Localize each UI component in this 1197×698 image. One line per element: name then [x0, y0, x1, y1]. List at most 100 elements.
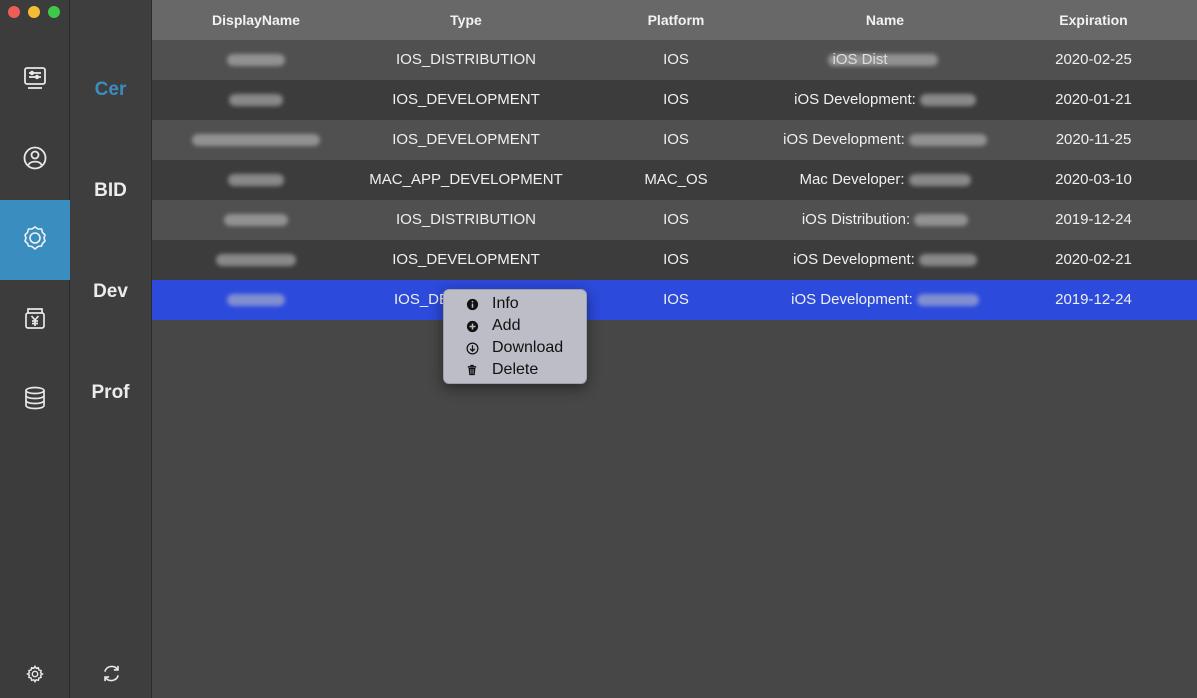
redacted-text: [227, 294, 285, 306]
user-circle-icon: [22, 145, 48, 176]
subnav-item-cer[interactable]: Cer: [70, 79, 151, 101]
table-header: DisplayName Type Platform Name Expiratio…: [152, 0, 1197, 40]
sidebar-item-certificates[interactable]: [0, 200, 70, 280]
cell-type: MAC_APP_DEVELOPMENT: [369, 171, 563, 188]
cell-displayname: [152, 120, 360, 160]
column-header-displayname[interactable]: DisplayName: [152, 0, 360, 40]
subnav-item-bid[interactable]: BID: [70, 180, 151, 202]
close-window-button[interactable]: [8, 6, 20, 18]
cell-platform: IOS: [663, 51, 689, 68]
redacted-text: [918, 254, 977, 266]
subnav-item-dev[interactable]: Dev: [70, 281, 151, 303]
table-row[interactable]: IOS_DISTRIBUTION IOS iOS Dist 2020-02-25: [152, 40, 1197, 80]
menu-item-label: Add: [492, 317, 521, 334]
cell-platform: IOS: [663, 251, 689, 268]
table-row[interactable]: IOS_DEVELOPMENT IOS iOS Development: 202…: [152, 80, 1197, 120]
cell-name: iOS Dist: [780, 40, 990, 80]
menu-item-add[interactable]: Add: [444, 315, 586, 337]
cell-expiration: 2020-11-25: [1055, 131, 1132, 148]
table-row[interactable]: IOS_DEVELOPMENT IOS iOS Development: 202…: [152, 120, 1197, 162]
cell-displayname: [152, 200, 360, 240]
cell-name: iOS Development:: [780, 280, 990, 320]
menu-item-label: Download: [492, 339, 564, 356]
gear-icon: [26, 664, 44, 688]
yen-box-icon: [22, 305, 48, 336]
cell-name-text: iOS Development:: [791, 291, 913, 308]
sidebar-item-payments[interactable]: [0, 280, 70, 360]
window-controls: [8, 6, 60, 18]
menu-item-delete[interactable]: Delete: [444, 359, 586, 381]
cell-displayname: [152, 80, 360, 120]
redacted-text: [908, 174, 971, 186]
cell-displayname: [152, 160, 360, 200]
info-icon: [465, 297, 479, 311]
cell-displayname: [152, 240, 360, 280]
download-icon: [465, 341, 479, 355]
cell-displayname: [152, 280, 360, 320]
refresh-button[interactable]: [98, 663, 124, 689]
cell-expiration: 2020-02-21: [1055, 251, 1132, 268]
context-menu: Info Add Download Delete: [443, 289, 587, 384]
table-row-selected[interactable]: IOS_DE IOS iOS Development: 2019-12-24: [152, 280, 1197, 320]
redacted-text: [224, 214, 288, 226]
add-icon: [465, 319, 479, 333]
sidebar-item-account[interactable]: [0, 120, 70, 200]
redacted-text: [914, 214, 969, 226]
sidebar-item-list[interactable]: [0, 40, 70, 120]
cell-name: iOS Development:: [780, 240, 990, 280]
cell-expiration: 2020-03-10: [1055, 171, 1132, 188]
cell-expiration: 2020-02-25: [1055, 51, 1132, 68]
cell-type: IOS_DISTRIBUTION: [395, 51, 537, 68]
redacted-text: [192, 134, 320, 146]
redacted-text: [227, 54, 285, 66]
column-header-expiration[interactable]: Expiration: [990, 0, 1197, 40]
redacted-text: [916, 294, 979, 306]
column-header-type[interactable]: Type: [360, 0, 572, 40]
redacted-text: [216, 254, 296, 266]
cell-platform: IOS: [663, 211, 689, 228]
cell-type: IOS_DEVELOPMENT: [392, 131, 540, 148]
cell-platform: IOS: [663, 91, 689, 108]
cell-expiration: 2020-01-21: [1055, 91, 1132, 108]
cell-expiration: 2019-12-24: [1055, 211, 1132, 228]
subnav-item-prof[interactable]: Prof: [70, 382, 151, 404]
cell-displayname: [152, 40, 360, 80]
certificate-badge-icon: [22, 225, 48, 256]
list-window-icon: [22, 65, 48, 96]
redacted-text: [229, 94, 283, 106]
cell-platform: IOS: [663, 291, 689, 308]
table-row[interactable]: MAC_APP_DEVELOPMENT MAC_OS Mac Developer…: [152, 160, 1197, 200]
cell-type: IOS_DEVELOPMENT: [392, 251, 540, 268]
menu-item-label: Info: [492, 295, 519, 312]
table-row[interactable]: IOS_DEVELOPMENT IOS iOS Development: 202…: [152, 240, 1197, 280]
cell-name: iOS Development:: [780, 120, 990, 160]
database-icon: [22, 385, 48, 416]
table-row[interactable]: IOS_DISTRIBUTION IOS iOS Distribution: 2…: [152, 200, 1197, 240]
minimize-window-button[interactable]: [28, 6, 40, 18]
cell-platform: IOS: [663, 131, 689, 148]
redacted-text: [908, 134, 987, 146]
cell-type: IOS_DISTRIBUTION: [395, 211, 537, 228]
cell-platform: MAC_OS: [644, 171, 708, 188]
cell-name-text: Mac Developer:: [799, 171, 905, 188]
cell-expiration: 2019-12-24: [1055, 291, 1132, 308]
certificates-table: DisplayName Type Platform Name Expiratio…: [152, 0, 1197, 698]
menu-item-download[interactable]: Download: [444, 337, 586, 359]
maximize-window-button[interactable]: [48, 6, 60, 18]
sidebar-item-database[interactable]: [0, 360, 70, 440]
cell-name: Mac Developer:: [780, 160, 990, 200]
cell-name-text: iOS Development:: [783, 131, 905, 148]
redacted-text: [827, 54, 938, 66]
menu-item-label: Delete: [492, 361, 539, 378]
refresh-icon: [101, 663, 122, 689]
column-header-name[interactable]: Name: [780, 0, 990, 40]
menu-item-info[interactable]: Info: [444, 293, 586, 315]
cell-name: iOS Development:: [780, 80, 990, 120]
settings-button[interactable]: [22, 663, 48, 689]
secondary-nav: Cer BID Dev Prof: [70, 0, 152, 698]
redacted-text: [228, 174, 284, 186]
column-header-platform[interactable]: Platform: [572, 0, 780, 40]
cell-name: iOS Distribution:: [780, 200, 990, 240]
cell-name-text: iOS Distribution:: [801, 211, 911, 228]
cell-type: IOS_DEVELOPMENT: [392, 91, 540, 108]
